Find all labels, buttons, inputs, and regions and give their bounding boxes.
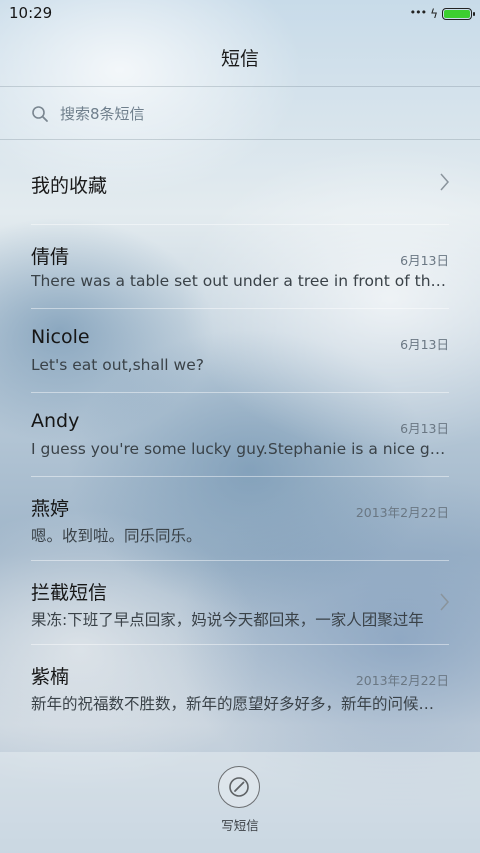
conversation-row[interactable]: 倩倩 6月13日 There was a table set out under… bbox=[0, 224, 480, 308]
message-snippet: 新年的祝福数不胜数，新年的愿望好多好多，新年的问候送给你 bbox=[31, 695, 449, 713]
battery-fill bbox=[444, 10, 470, 18]
search-input[interactable] bbox=[58, 100, 452, 128]
chevron-right-icon bbox=[440, 173, 449, 191]
contact-name: Nicole bbox=[31, 326, 90, 348]
status-icons: ••• ϟ bbox=[409, 5, 475, 22]
title-bar: 短信 bbox=[0, 28, 480, 86]
message-date: 6月13日 bbox=[400, 421, 449, 436]
blocked-messages-row[interactable]: 拦截短信 果冻:下班了早点回家，妈说今天都回来，一家人团聚过年 bbox=[0, 560, 480, 644]
contact-name: 燕婷 bbox=[31, 498, 70, 520]
message-snippet: I guess you're some lucky guy.Stephanie … bbox=[31, 440, 449, 458]
signal-dots-icon: ••• bbox=[409, 5, 427, 19]
row-divider bbox=[31, 560, 449, 561]
message-date: 6月13日 bbox=[400, 253, 449, 268]
favorites-item[interactable]: 我的收藏 bbox=[0, 140, 480, 224]
compose-icon bbox=[229, 777, 249, 797]
contact-name: 紫楠 bbox=[31, 666, 70, 688]
conversation-row[interactable]: Andy 6月13日 I guess you're some lucky guy… bbox=[0, 392, 480, 476]
conversation-row[interactable]: 燕婷 2013年2月22日 嗯。收到啦。同乐同乐。 bbox=[0, 476, 480, 560]
search-bar[interactable] bbox=[0, 87, 480, 139]
page-title: 短信 bbox=[220, 47, 259, 70]
conversation-row[interactable]: Nicole 6月13日 Let's eat out,shall we? bbox=[0, 308, 480, 392]
conversation-list: 我的收藏 倩倩 6月13日 There was a table set out … bbox=[0, 140, 480, 728]
favorites-label: 我的收藏 bbox=[31, 175, 108, 197]
row-divider bbox=[31, 224, 449, 225]
contact-name: 倩倩 bbox=[31, 246, 70, 268]
conversation-row[interactable]: 紫楠 2013年2月22日 新年的祝福数不胜数，新年的愿望好多好多，新年的问候送… bbox=[0, 644, 480, 728]
contact-name: Andy bbox=[31, 410, 80, 432]
status-bar: 10:29 ••• ϟ bbox=[0, 0, 480, 28]
message-date: 2013年2月22日 bbox=[355, 505, 449, 520]
message-snippet: Let's eat out,shall we? bbox=[31, 356, 204, 374]
message-snippet: 果冻:下班了早点回家，妈说今天都回来，一家人团聚过年 bbox=[31, 611, 424, 629]
charging-bolt-icon: ϟ bbox=[430, 7, 438, 21]
message-date: 2013年2月22日 bbox=[355, 673, 449, 688]
bottom-bar: 写短信 bbox=[0, 752, 480, 853]
search-icon bbox=[32, 106, 48, 122]
battery-icon bbox=[442, 8, 475, 20]
message-date: 6月13日 bbox=[400, 337, 449, 352]
status-time: 10:29 bbox=[9, 4, 53, 22]
contact-name: 拦截短信 bbox=[31, 582, 108, 604]
compose-label: 写短信 bbox=[221, 818, 259, 833]
message-snippet: There was a table set out under a tree i… bbox=[31, 272, 449, 290]
row-divider bbox=[31, 476, 449, 477]
message-snippet: 嗯。收到啦。同乐同乐。 bbox=[31, 527, 202, 545]
row-divider bbox=[31, 644, 449, 645]
row-divider bbox=[31, 392, 449, 393]
row-divider bbox=[31, 308, 449, 309]
compose-button[interactable] bbox=[218, 766, 260, 808]
